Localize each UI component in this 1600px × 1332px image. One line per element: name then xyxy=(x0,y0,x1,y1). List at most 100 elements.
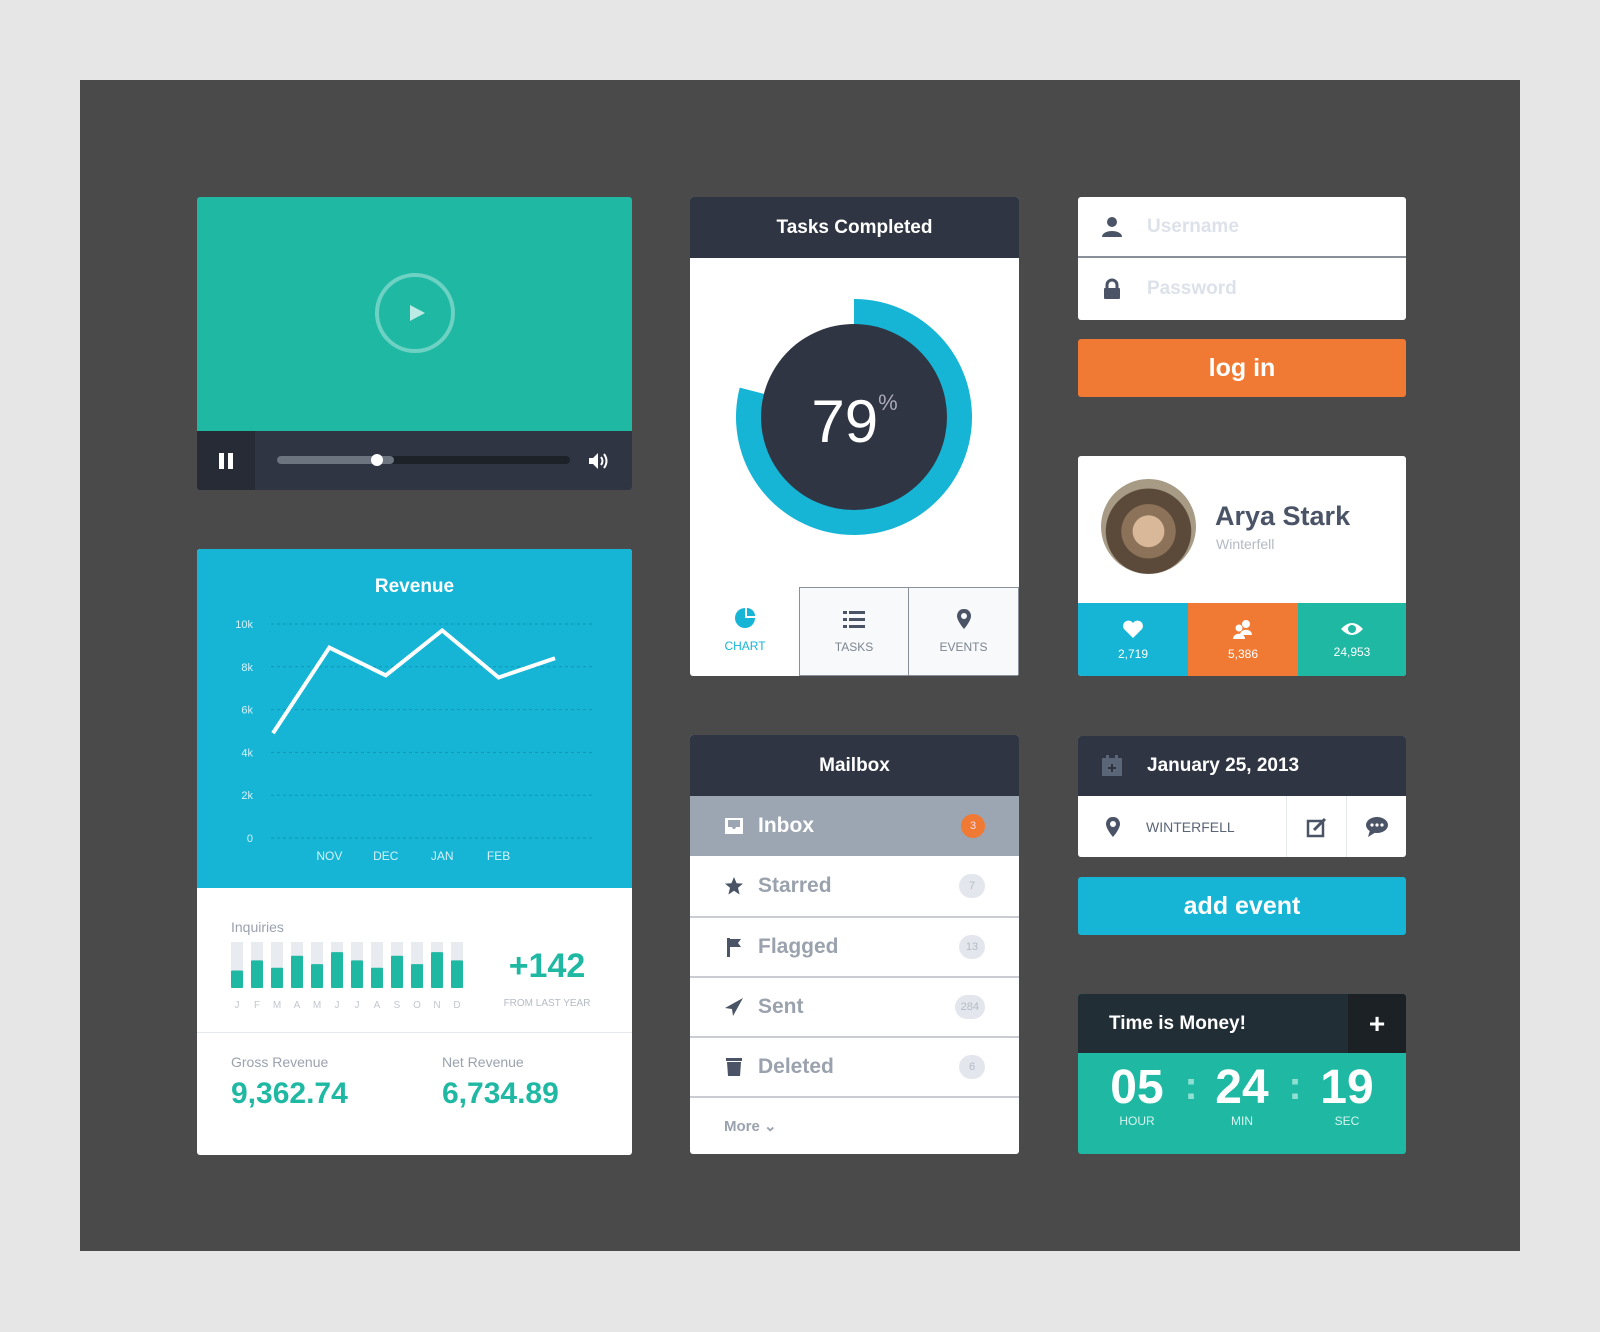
bar xyxy=(251,960,263,988)
bar-label: M xyxy=(273,1000,281,1011)
tab-chart[interactable]: CHART xyxy=(690,587,800,676)
volume-button[interactable] xyxy=(587,451,609,471)
bar xyxy=(391,955,403,988)
bar-label: J xyxy=(235,1000,240,1011)
play-button[interactable] xyxy=(375,273,455,353)
hour-value: 05 xyxy=(1110,1061,1164,1114)
avatar[interactable] xyxy=(1101,479,1196,574)
trash-icon xyxy=(726,1058,742,1076)
tab-events[interactable]: EVENTS xyxy=(908,587,1019,676)
bar xyxy=(411,964,423,988)
bar-label: D xyxy=(453,1000,460,1011)
timer-card: Time is Money! + 05 HOUR : 24 MIN : 19 S… xyxy=(1078,994,1406,1154)
bar-label: A xyxy=(294,1000,301,1011)
password-field[interactable]: Password xyxy=(1078,258,1406,320)
username-field[interactable]: Username xyxy=(1078,197,1406,258)
edit-event-button[interactable] xyxy=(1286,796,1346,857)
revenue-chart-area: Revenue 10k 8k 6k 4k 2k 0 NOV DEC JAN FEB xyxy=(197,549,632,888)
min-value: 24 xyxy=(1215,1061,1269,1114)
send-icon xyxy=(725,998,743,1016)
x-tick-label: JAN xyxy=(431,849,454,863)
y-tick-label: 2k xyxy=(241,790,253,802)
add-event-label: add event xyxy=(1183,891,1301,920)
stat-views[interactable]: 24,953 xyxy=(1298,603,1406,676)
bar xyxy=(291,955,303,988)
login-form: Username Password xyxy=(1078,197,1406,320)
tasks-header: Tasks Completed xyxy=(690,197,1019,258)
mailbox-item-inbox[interactable]: Inbox 3 xyxy=(690,796,1019,856)
comment-icon xyxy=(1365,816,1388,837)
bar xyxy=(311,964,323,988)
bar-label: N xyxy=(433,1000,440,1011)
play-icon xyxy=(410,305,425,321)
username-placeholder: Username xyxy=(1147,215,1239,237)
mailbox-item-starred[interactable]: Starred 7 xyxy=(690,856,1019,916)
revenue-card: Revenue 10k 8k 6k 4k 2k 0 NOV DEC JAN FEB Inquiri… xyxy=(197,549,632,1155)
percent-value: 79 xyxy=(811,388,879,455)
tab-tasks[interactable]: TASKS xyxy=(799,587,909,676)
users-icon xyxy=(1233,619,1252,639)
login-button[interactable]: log in xyxy=(1078,339,1406,397)
stat-likes[interactable]: 2,719 xyxy=(1078,603,1188,676)
mailbox-title: Mailbox xyxy=(819,754,890,776)
mailbox-item-flagged[interactable]: Flagged 13 xyxy=(690,916,1019,976)
bar-label: M xyxy=(313,1000,321,1011)
inquiries-bar-chart: JFMAMJJASOND xyxy=(231,942,463,1011)
inquiries-delta-caption: FROM LAST YEAR xyxy=(503,998,591,1009)
net-revenue-value: 6,734.89 xyxy=(442,1077,559,1110)
event-card: January 25, 2013 WINTERFELL xyxy=(1078,736,1406,857)
gross-revenue-label: Gross Revenue xyxy=(231,1054,329,1070)
bar-label: F xyxy=(254,1000,260,1011)
divider xyxy=(197,1032,632,1033)
gross-revenue-value: 9,362.74 xyxy=(231,1077,348,1110)
map-pin-icon xyxy=(1106,816,1120,837)
views-count: 24,953 xyxy=(1333,644,1371,659)
more-label: More ⌄ xyxy=(724,1118,777,1135)
pause-button[interactable] xyxy=(197,431,255,490)
y-tick-label: 8k xyxy=(241,662,253,674)
tasks-title: Tasks Completed xyxy=(776,216,933,238)
mailbox-more-link[interactable]: More ⌄ xyxy=(690,1096,1019,1154)
bar-label: O xyxy=(413,1000,421,1011)
lock-icon xyxy=(1104,278,1120,299)
comment-button[interactable] xyxy=(1346,796,1406,857)
y-tick-label: 10k xyxy=(235,619,253,631)
mailbox-item-deleted[interactable]: Deleted 6 xyxy=(690,1036,1019,1096)
video-controls xyxy=(197,431,632,490)
sec-label: SEC xyxy=(1334,1114,1360,1128)
pie-chart-icon xyxy=(735,608,755,628)
plus-icon: + xyxy=(1368,1007,1386,1039)
video-player xyxy=(197,197,632,490)
star-icon xyxy=(725,877,743,895)
tab-tasks-label: TASKS xyxy=(834,640,874,654)
item-label: Inbox xyxy=(758,814,814,837)
bar xyxy=(431,952,443,988)
user-icon xyxy=(1102,216,1122,237)
count-badge: 284 xyxy=(954,995,985,1019)
timer-add-button[interactable]: + xyxy=(1348,994,1406,1053)
count-badge: 13 xyxy=(959,935,985,959)
x-tick-label: NOV xyxy=(316,849,342,863)
progress-knob[interactable] xyxy=(370,454,383,466)
list-icon xyxy=(843,611,865,628)
add-event-button[interactable]: add event xyxy=(1078,877,1406,935)
revenue-line xyxy=(271,627,556,735)
stat-followers[interactable]: 5,386 xyxy=(1188,603,1298,676)
bar xyxy=(231,970,243,988)
volume-icon xyxy=(589,453,608,469)
progress-track[interactable] xyxy=(277,454,570,466)
timer-sec: 19 SEC xyxy=(1303,1062,1391,1129)
tab-events-label: EVENTS xyxy=(939,640,988,654)
x-tick-label: DEC xyxy=(373,849,399,863)
map-pin-icon xyxy=(956,609,971,629)
bar-label: J xyxy=(335,1000,340,1011)
y-tick-label: 4k xyxy=(241,747,253,759)
login-button-label: log in xyxy=(1208,353,1276,382)
bar xyxy=(351,960,363,988)
timer-hour: 05 HOUR xyxy=(1093,1061,1181,1129)
timer-separator: : xyxy=(1288,1064,1302,1108)
mailbox-item-sent[interactable]: Sent 284 xyxy=(690,976,1019,1036)
mailbox-header: Mailbox xyxy=(690,735,1019,796)
event-date: January 25, 2013 xyxy=(1147,755,1300,776)
password-placeholder: Password xyxy=(1147,278,1237,299)
